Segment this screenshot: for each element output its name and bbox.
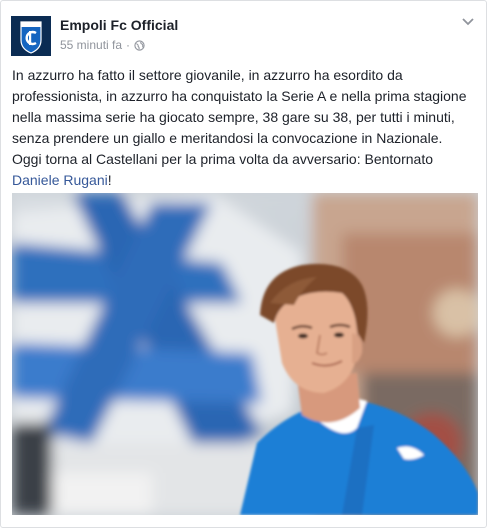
post-meta: 55 minuti fa ·: [60, 38, 145, 52]
chevron-down-icon[interactable]: [460, 15, 476, 29]
post-text-body: In azzurro ha fatto il settore giovanile…: [12, 67, 467, 167]
facebook-post: Empoli Fc Official 55 minuti fa · In azz…: [0, 0, 487, 528]
post-header: Empoli Fc Official 55 minuti fa ·: [11, 13, 476, 57]
meta-separator: ·: [126, 38, 131, 52]
post-text: In azzurro ha fatto il settore giovanile…: [12, 65, 474, 191]
mention-link[interactable]: Daniele Rugani: [12, 172, 108, 188]
timestamp-link[interactable]: 55 minuti fa: [60, 38, 122, 52]
player-photo-image: [12, 193, 478, 515]
post-photo[interactable]: [12, 193, 478, 515]
empoli-logo-icon: [11, 16, 51, 56]
page-name-link[interactable]: Empoli Fc Official: [60, 17, 178, 33]
avatar[interactable]: [11, 16, 51, 56]
globe-icon[interactable]: [134, 39, 145, 51]
post-text-end: !: [107, 172, 112, 188]
